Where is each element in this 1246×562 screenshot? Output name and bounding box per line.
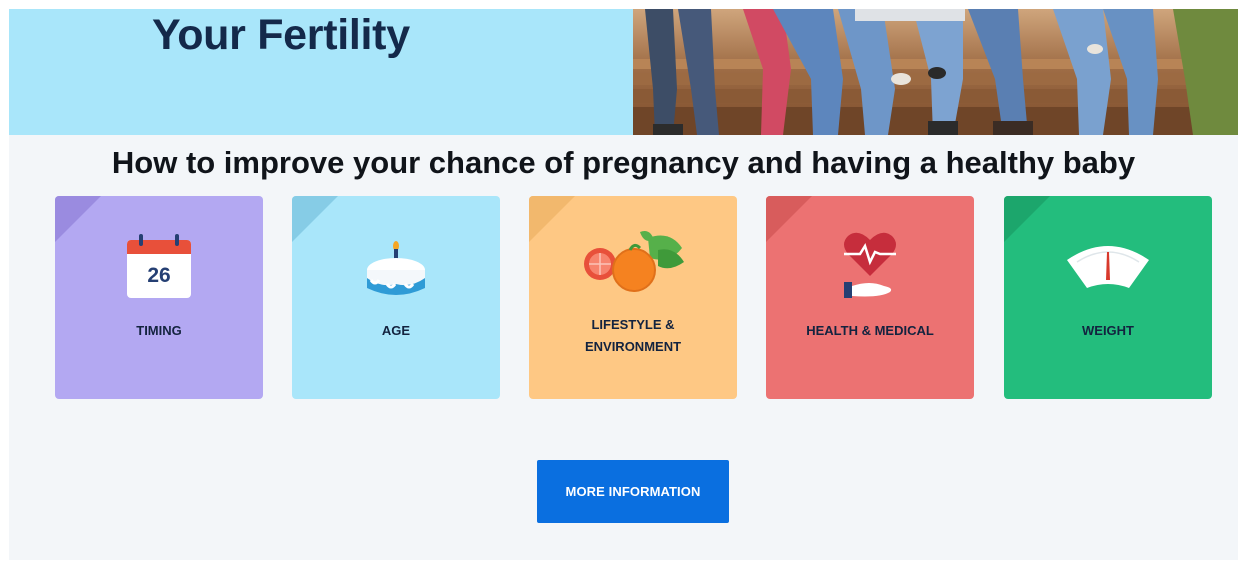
card-lifestyle-environment[interactable]: LIFESTYLE & ENVIRONMENT	[529, 196, 737, 399]
calendar-icon: 26	[55, 232, 263, 305]
card-label: HEALTH & MEDICAL	[806, 323, 934, 338]
card-label-line-1: LIFESTYLE &	[591, 317, 675, 332]
card-corner	[1004, 196, 1050, 242]
card-health-medical[interactable]: HEALTH & MEDICAL	[766, 196, 974, 399]
card-age[interactable]: AGE	[292, 196, 500, 399]
more-information-button[interactable]: MORE INFORMATION	[537, 460, 729, 523]
card-weight[interactable]: WEIGHT	[1004, 196, 1212, 399]
card-label: TIMING	[136, 323, 182, 338]
birthday-cake-icon	[292, 232, 500, 305]
heart-in-hand-icon	[766, 230, 974, 307]
hero-banner: Your Fertility	[9, 9, 633, 135]
fruit-icon	[529, 228, 737, 303]
page-title: Your Fertility	[152, 11, 410, 59]
card-timing[interactable]: 26 TIMING	[55, 196, 263, 399]
card-label-line-2: ENVIRONMENT	[584, 339, 682, 354]
section-headline: How to improve your chance of pregnancy …	[111, 145, 1136, 180]
page: Your Fertility How to improve your chanc…	[9, 9, 1238, 560]
card-label: LIFESTYLE & ENVIRONMENT	[529, 314, 737, 358]
card-label: AGE	[381, 323, 411, 338]
scale-icon	[1004, 238, 1212, 299]
calendar-date: 26	[147, 264, 170, 287]
card-label: WEIGHT	[1082, 323, 1134, 338]
hero-photo	[633, 9, 1238, 135]
